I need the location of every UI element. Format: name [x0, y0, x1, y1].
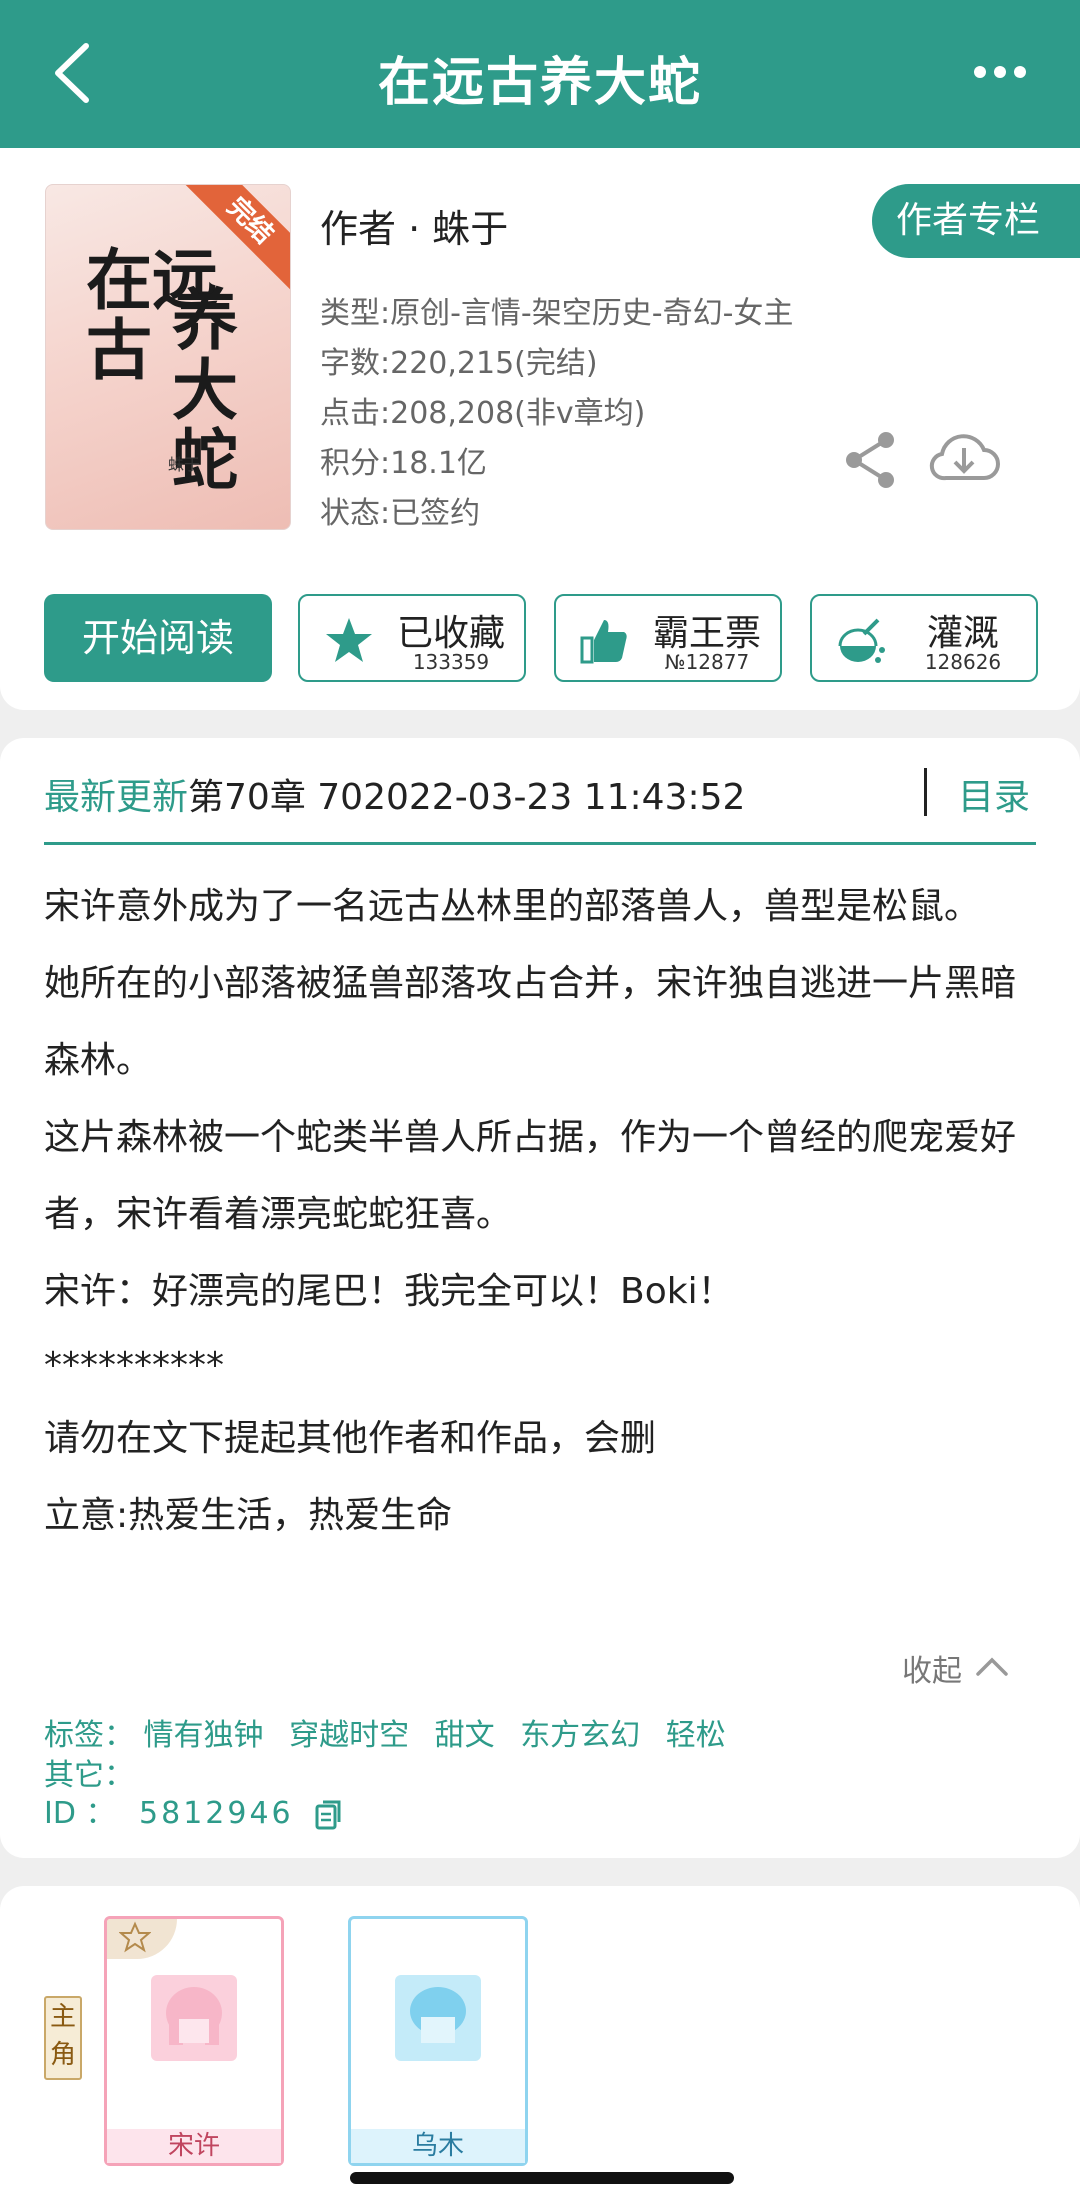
star-icon	[326, 618, 372, 662]
top-bar: 在远古养大蛇	[0, 0, 1080, 148]
id-label: ID ：	[44, 1796, 116, 1831]
tags-label: 标签：	[44, 1718, 134, 1753]
favorite-button[interactable]: 已收藏 133359	[298, 594, 526, 682]
irrigate-button[interactable]: 灌溉 128626	[810, 594, 1038, 682]
synopsis-paragraph: 宋许：好漂亮的尾巴！我完全可以！Boki！	[44, 1271, 734, 1312]
irrigate-count: 128626	[924, 650, 1002, 674]
page-title: 在远古养大蛇	[377, 53, 702, 113]
table-of-contents-link[interactable]: 目录	[958, 768, 1030, 820]
author-column-button[interactable]: 作者专栏	[872, 184, 1080, 258]
book-info-card: 在远古 养大蛇 蛛于 完结 作者 · 蛛于 作者专栏 类型:原创-言情-架空历史…	[0, 148, 1080, 710]
id-row: ID ： 5812946	[44, 1788, 343, 1832]
author-name[interactable]: 作者 · 蛛于	[320, 198, 508, 253]
synopsis-paragraph: 宋许意外成为了一名远古丛林里的部落兽人，兽型是松鼠。	[44, 886, 981, 927]
avatar-placeholder	[151, 1975, 237, 2061]
more-options-icon[interactable]	[970, 52, 1030, 92]
cover-author: 蛛于	[168, 455, 201, 474]
divider	[924, 768, 927, 816]
id-value: 5812946	[139, 1796, 294, 1831]
meta-word-count: 字数:220,215(完结)	[320, 346, 598, 381]
role-badge: 主角	[44, 1996, 82, 2080]
tag-item[interactable]: 东方玄幻	[520, 1718, 640, 1753]
favorite-count: 133359	[412, 650, 490, 674]
synopsis-paragraph: 请勿在文下提起其他作者和作品，会删	[44, 1418, 657, 1459]
chevron-up-icon[interactable]	[974, 1648, 1010, 1684]
tag-item[interactable]: 穿越时空	[289, 1718, 409, 1753]
latest-update-label: 最新更新	[44, 777, 189, 818]
avatar-silhouette-icon	[166, 1987, 222, 2045]
irrigate-label: 灌溉	[926, 613, 999, 654]
tag-item[interactable]: 情有独钟	[144, 1718, 264, 1753]
vote-ticket-button[interactable]: 霸王票 №12877	[554, 594, 782, 682]
intro-card: 最新更新第70章 702022-03-23 11:43:52 目录 宋许意外成为…	[0, 738, 1080, 1858]
tag-item[interactable]: 甜文	[435, 1718, 495, 1753]
tags-row: 标签： 情有独钟 穿越时空 甜文 东方玄幻 轻松	[44, 1710, 742, 1754]
meta-status: 状态:已签约	[320, 496, 481, 531]
home-indicator[interactable]	[350, 2172, 734, 2184]
character-name: 宋许	[107, 2129, 281, 2163]
thumbs-up-icon	[580, 620, 627, 664]
vote-ticket-label: 霸王票	[652, 613, 761, 654]
avatar-placeholder	[395, 1975, 481, 2061]
favorite-label: 已收藏	[396, 613, 505, 654]
book-cover[interactable]: 在远古 养大蛇 蛛于 完结	[45, 184, 291, 530]
latest-update-text: 第70章 702022-03-23 11:43:52	[188, 777, 746, 818]
synopsis: 宋许意外成为了一名远古丛林里的部落兽人，兽型是松鼠。 她所在的小部落被猛兽部落攻…	[44, 868, 1044, 1554]
download-icon[interactable]	[928, 424, 1000, 492]
section-divider	[44, 842, 1036, 845]
character-card[interactable]: 乌木	[348, 1916, 528, 2166]
collapse-button[interactable]: 收起	[902, 1646, 962, 1690]
characters-card: 主角 宋许 乌木	[0, 1886, 1080, 2208]
copy-icon[interactable]	[313, 1798, 343, 1832]
synopsis-paragraph: 立意:热爱生活，热爱生命	[44, 1495, 453, 1536]
synopsis-separator: **********	[44, 1345, 224, 1386]
star-outline-icon	[119, 1921, 151, 1953]
start-reading-button[interactable]: 开始阅读	[44, 594, 272, 682]
tag-item[interactable]: 轻松	[666, 1718, 726, 1753]
share-icon[interactable]	[840, 428, 904, 492]
watering-icon	[838, 618, 885, 663]
meta-clicks: 点击:208,208(非v章均)	[320, 396, 646, 431]
meta-score: 积分:18.1亿	[320, 446, 487, 481]
synopsis-paragraph: 这片森林被一个蛇类半兽人所占据，作为一个曾经的爬宠爱好者，宋许看着漂亮蛇蛇狂喜。	[44, 1117, 1017, 1235]
vote-ticket-count: №12877	[664, 650, 750, 674]
character-card[interactable]: 宋许	[104, 1916, 284, 2166]
synopsis-paragraph: 她所在的小部落被猛兽部落攻占合并，宋许独自逃进一片黑暗森林。	[44, 963, 1017, 1081]
latest-update[interactable]: 最新更新第70章 702022-03-23 11:43:52	[44, 768, 745, 820]
avatar-silhouette-icon	[410, 1987, 466, 2043]
meta-genre: 类型:原创-言情-架空历史-奇幻-女主	[320, 296, 794, 331]
character-name: 乌木	[351, 2129, 525, 2163]
